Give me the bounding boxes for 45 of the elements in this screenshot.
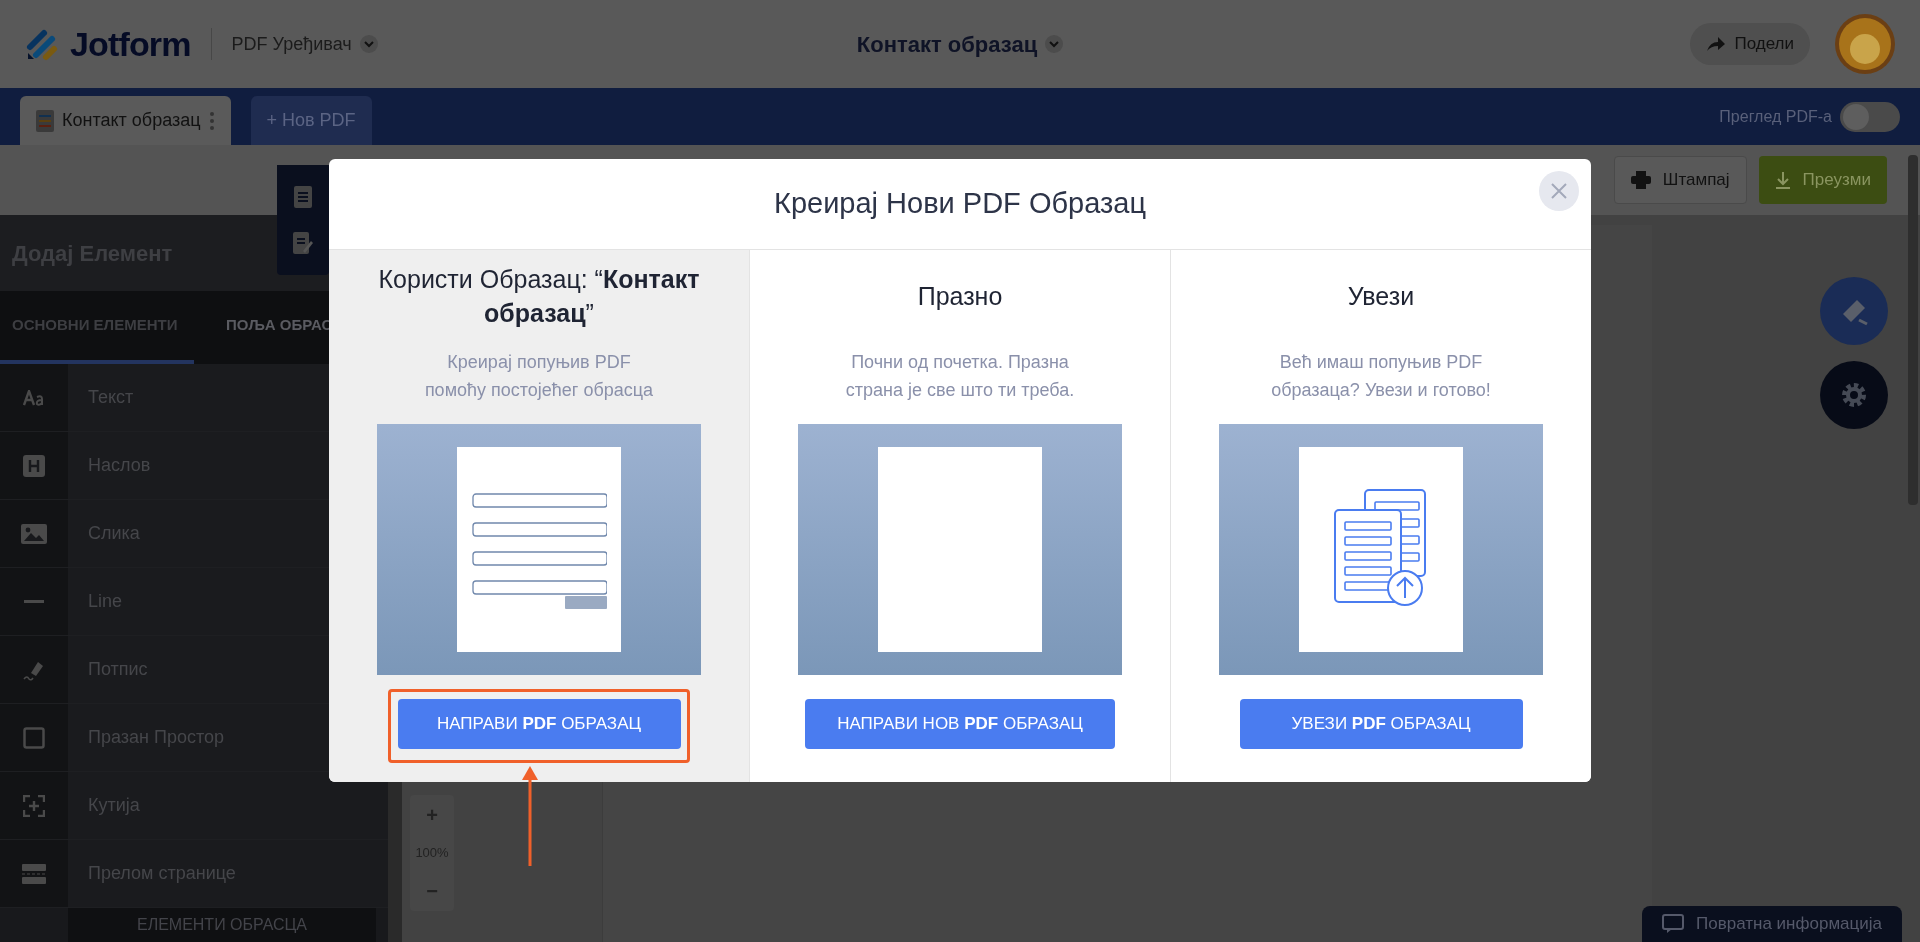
frame-icon xyxy=(23,794,45,817)
document-tab[interactable]: Контакт образац xyxy=(20,96,231,145)
settings-icon xyxy=(1840,381,1868,409)
section-heading: ЕЛЕМЕНТИ ОБРАСЦА xyxy=(136,915,307,935)
new-pdf-button[interactable]: + Нов PDF xyxy=(250,96,372,145)
close-button[interactable] xyxy=(1539,171,1579,211)
logo-text: Jotform xyxy=(70,23,191,65)
preview-label: Преглед PDF-а xyxy=(1719,106,1832,127)
option-description: Почни од почетка. Празна страна је све што ти треба. xyxy=(845,351,1075,402)
image-icon xyxy=(21,523,47,544)
more-icon[interactable] xyxy=(208,110,215,131)
option-description: Већ имаш попуњив PDF образаца? Увези и готово! xyxy=(1271,351,1491,402)
create-button[interactable]: НАПРАВИ НОВ PDF ОБРАЗАЦ xyxy=(805,699,1115,749)
feedback-button[interactable]: Повратна информација xyxy=(1642,906,1902,942)
share-button[interactable]: Подели xyxy=(1690,23,1810,65)
square-icon xyxy=(23,726,45,749)
zoom-in-button[interactable]: + xyxy=(426,795,438,835)
heading-icon xyxy=(23,454,45,477)
zoom-out-button[interactable]: − xyxy=(426,870,438,911)
document-icon xyxy=(36,109,54,132)
option-heading: Увези xyxy=(1347,281,1415,312)
option-heading: Празно xyxy=(917,281,1003,312)
print-button[interactable]: Штампај xyxy=(1613,156,1747,204)
preview-toggle[interactable] xyxy=(1840,101,1900,132)
modal-title: Креирај Нови PDF Образац xyxy=(774,186,1146,222)
document-icon[interactable] xyxy=(294,186,312,208)
line-icon xyxy=(24,600,44,603)
share-icon xyxy=(1706,36,1727,52)
editor-menu[interactable]: PDF Уређивач xyxy=(231,30,378,58)
page-break-icon xyxy=(22,863,46,884)
document-title[interactable]: Контакт образац xyxy=(856,27,1064,61)
chevron-down-icon xyxy=(1045,35,1064,53)
close-icon xyxy=(1550,182,1568,200)
option-description: Креирај попуњив PDF помоћу постојећег обрасца xyxy=(424,351,654,402)
tab-label: Контакт образац xyxy=(62,109,201,132)
download-icon xyxy=(1774,171,1791,189)
create-button[interactable]: НАПРАВИ PDF ОБРАЗАЦ xyxy=(397,699,681,749)
document-edit-icon[interactable] xyxy=(293,232,313,254)
chat-icon xyxy=(1662,914,1684,934)
chevron-down-icon xyxy=(359,35,378,53)
download-button[interactable]: Преузми xyxy=(1758,156,1887,204)
font-icon xyxy=(23,389,45,406)
avatar[interactable] xyxy=(1834,13,1896,75)
create-button[interactable]: УВЕЗИ PDF ОБРАЗАЦ xyxy=(1239,699,1523,749)
option-heading: Користи Образац: “Контакт образац” xyxy=(377,264,701,329)
